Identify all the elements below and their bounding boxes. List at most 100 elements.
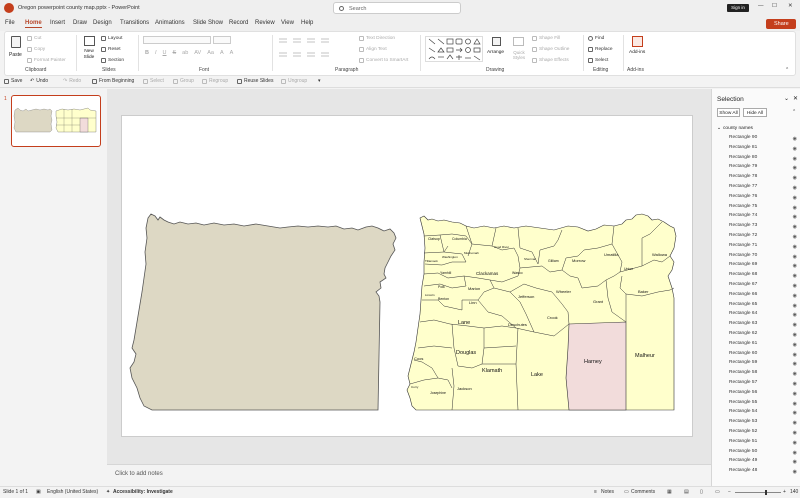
selection-item[interactable]: Rectangle 79 ◉ bbox=[729, 164, 799, 173]
selection-item[interactable]: Rectangle 70 ◉ bbox=[729, 253, 799, 262]
shape-outline-button[interactable]: Shape Outline bbox=[532, 47, 569, 52]
visibility-eye-icon[interactable]: ◉ bbox=[793, 293, 797, 299]
cut-button[interactable]: Cut bbox=[27, 36, 41, 41]
highlight-button[interactable]: A bbox=[220, 50, 224, 56]
visibility-eye-icon[interactable]: ◉ bbox=[793, 244, 797, 250]
ungroup-button[interactable]: Ungroup bbox=[281, 78, 307, 84]
selection-item[interactable]: Rectangle 58 ◉ bbox=[729, 370, 799, 379]
tab-animations[interactable]: Animations bbox=[155, 20, 185, 26]
slide-sorter-icon[interactable]: ▤ bbox=[684, 489, 689, 495]
visibility-eye-icon[interactable]: ◉ bbox=[793, 254, 797, 260]
find-button[interactable]: Find bbox=[588, 36, 604, 41]
reset-button[interactable]: Reset bbox=[101, 47, 121, 52]
select-button[interactable]: Select bbox=[588, 58, 608, 63]
selection-item[interactable]: Rectangle 62 ◉ bbox=[729, 331, 799, 340]
tab-record[interactable]: Record bbox=[229, 20, 248, 26]
bold-button[interactable]: B bbox=[145, 50, 149, 56]
font-name-select[interactable] bbox=[143, 36, 211, 44]
visibility-eye-icon[interactable]: ◉ bbox=[793, 312, 797, 318]
selection-item[interactable]: Rectangle 55 ◉ bbox=[729, 400, 799, 409]
visibility-eye-icon[interactable]: ◉ bbox=[793, 440, 797, 446]
selection-item[interactable]: Rectangle 78 ◉ bbox=[729, 174, 799, 183]
maximize-icon[interactable]: ☐ bbox=[772, 3, 777, 9]
normal-view-icon[interactable]: ▦ bbox=[667, 489, 672, 495]
selection-item[interactable]: Rectangle 90 ◉ bbox=[729, 135, 799, 144]
zoom-slider[interactable] bbox=[735, 490, 781, 495]
visibility-eye-icon[interactable]: ◉ bbox=[793, 234, 797, 240]
close-icon[interactable]: ✕ bbox=[788, 3, 793, 9]
selection-item[interactable]: Rectangle 63 ◉ bbox=[729, 321, 799, 330]
selection-item[interactable]: Rectangle 64 ◉ bbox=[729, 311, 799, 320]
selection-item[interactable]: Rectangle 69 ◉ bbox=[729, 262, 799, 271]
selection-item[interactable]: Rectangle 68 ◉ bbox=[729, 272, 799, 281]
tab-draw[interactable]: Draw bbox=[73, 20, 87, 26]
bring-forward-icon[interactable]: ⌃ bbox=[792, 109, 796, 115]
tab-slide-show[interactable]: Slide Show bbox=[193, 20, 223, 26]
visibility-eye-icon[interactable]: ◉ bbox=[793, 263, 797, 269]
visibility-eye-icon[interactable]: ◉ bbox=[793, 146, 797, 152]
visibility-eye-icon[interactable]: ◉ bbox=[793, 381, 797, 387]
selection-pane-options-icon[interactable]: ⌄ bbox=[784, 95, 789, 102]
qat-select-button[interactable]: Select bbox=[143, 78, 164, 84]
selection-item[interactable]: Rectangle 71 ◉ bbox=[729, 243, 799, 252]
slideshow-view-icon[interactable]: ▭ bbox=[715, 489, 720, 495]
spell-check-icon[interactable]: ▣ bbox=[36, 489, 41, 495]
visibility-eye-icon[interactable]: ◉ bbox=[793, 165, 797, 171]
visibility-eye-icon[interactable]: ◉ bbox=[793, 224, 797, 230]
comments-button[interactable]: Comments bbox=[631, 489, 655, 495]
selection-item[interactable]: Rectangle 51 ◉ bbox=[729, 439, 799, 448]
visibility-eye-icon[interactable]: ◉ bbox=[793, 156, 797, 162]
selection-item[interactable]: Rectangle 73 ◉ bbox=[729, 223, 799, 232]
selection-item[interactable]: Rectangle 72 ◉ bbox=[729, 233, 799, 242]
zoom-slider-thumb[interactable] bbox=[765, 490, 767, 495]
visibility-eye-icon[interactable]: ◉ bbox=[793, 401, 797, 407]
notes-pane[interactable]: Click to add notes bbox=[107, 464, 711, 486]
visibility-eye-icon[interactable]: ◉ bbox=[793, 185, 797, 191]
selection-item[interactable]: Rectangle 50 ◉ bbox=[729, 449, 799, 458]
visibility-eye-icon[interactable]: ◉ bbox=[793, 136, 797, 142]
notes-button[interactable]: Notes bbox=[601, 489, 614, 495]
show-all-button[interactable]: Show All bbox=[717, 108, 740, 117]
selection-item[interactable]: Rectangle 53 ◉ bbox=[729, 419, 799, 428]
shadow-button[interactable]: ab bbox=[182, 50, 188, 56]
selection-item[interactable]: Rectangle 52 ◉ bbox=[729, 429, 799, 438]
visibility-eye-icon[interactable]: ◉ bbox=[793, 342, 797, 348]
copy-button[interactable]: Copy bbox=[27, 47, 45, 52]
collapse-ribbon-icon[interactable]: ⌃ bbox=[785, 67, 789, 73]
visibility-eye-icon[interactable]: ◉ bbox=[793, 214, 797, 220]
from-beginning-button[interactable]: From Beginning bbox=[92, 78, 134, 84]
tab-help[interactable]: Help bbox=[301, 20, 313, 26]
tab-view[interactable]: View bbox=[281, 20, 294, 26]
selection-item[interactable]: Rectangle 61 ◉ bbox=[729, 341, 799, 350]
font-size-select[interactable] bbox=[213, 36, 231, 44]
selection-item[interactable]: Rectangle 57 ◉ bbox=[729, 380, 799, 389]
selection-item[interactable]: Rectangle 77 ◉ bbox=[729, 184, 799, 193]
visibility-eye-icon[interactable]: ◉ bbox=[793, 361, 797, 367]
visibility-eye-icon[interactable]: ◉ bbox=[793, 332, 797, 338]
underline-button[interactable]: U bbox=[163, 50, 167, 56]
new-slide-button[interactable]: New Slide bbox=[81, 35, 97, 63]
selection-item[interactable]: Rectangle 80 ◉ bbox=[729, 155, 799, 164]
accessibility-status[interactable]: Accessibility: Investigate bbox=[113, 489, 173, 495]
text-direction-button[interactable]: Text Direction bbox=[359, 36, 395, 41]
visibility-eye-icon[interactable]: ◉ bbox=[793, 283, 797, 289]
regroup-button[interactable]: Regroup bbox=[202, 78, 228, 84]
sign-in-button[interactable]: Sign in bbox=[727, 4, 749, 12]
paragraph-buttons[interactable] bbox=[277, 36, 357, 64]
selection-item[interactable]: Rectangle 48 ◉ bbox=[729, 468, 799, 477]
visibility-eye-icon[interactable]: ◉ bbox=[793, 195, 797, 201]
tab-file[interactable]: File bbox=[5, 20, 15, 26]
selection-item[interactable]: Rectangle 75 ◉ bbox=[729, 204, 799, 213]
format-painter-button[interactable]: Format Painter bbox=[27, 58, 66, 63]
redo-button[interactable]: ↷ Redo bbox=[63, 78, 81, 84]
visibility-eye-icon[interactable]: ◉ bbox=[793, 459, 797, 465]
visibility-eye-icon[interactable]: ◉ bbox=[793, 175, 797, 181]
zoom-in-icon[interactable]: + bbox=[783, 489, 786, 495]
visibility-eye-icon[interactable]: ◉ bbox=[793, 410, 797, 416]
section-button[interactable]: Section bbox=[101, 58, 124, 63]
addins-button[interactable]: Add-ins bbox=[628, 35, 648, 63]
zoom-level[interactable]: 140 bbox=[790, 489, 798, 495]
arrange-button[interactable]: Arrange bbox=[487, 36, 507, 64]
layout-button[interactable]: Layout bbox=[101, 36, 122, 41]
selection-item[interactable]: Rectangle 56 ◉ bbox=[729, 390, 799, 399]
